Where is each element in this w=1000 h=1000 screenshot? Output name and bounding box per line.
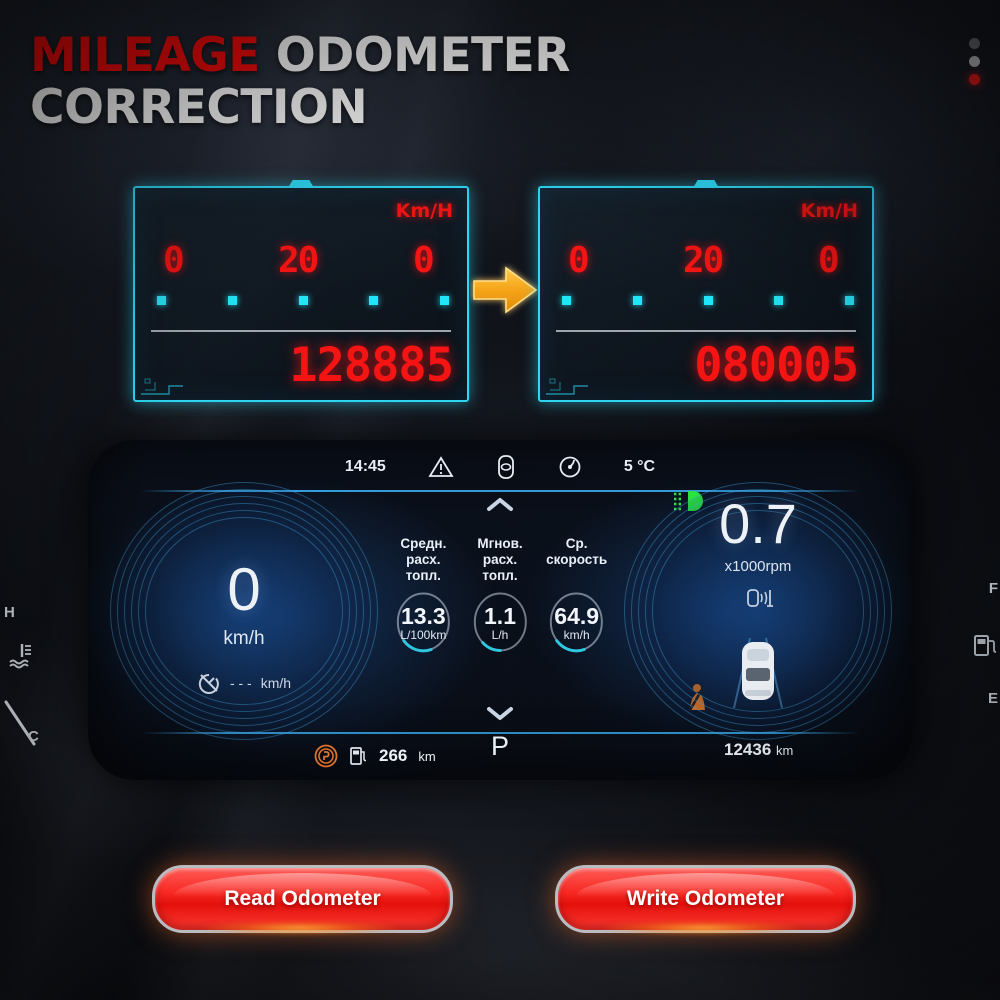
odometer-mileage-before: 128885 [289, 338, 454, 393]
segment-row: 0 20 0 [135, 240, 467, 286]
coolant-gauge-low-label: C [28, 728, 39, 745]
trip-value: 13.3 [400, 603, 446, 629]
cruise-control-status: - - - km/h [110, 672, 378, 694]
fuel-gauge-full-label: F [988, 580, 998, 597]
corner-decoration-icon [546, 378, 588, 395]
marker-square-icon [632, 296, 642, 305]
divider [556, 330, 856, 332]
door-ajar-icon [497, 455, 514, 479]
speed-value: 0 [227, 556, 261, 623]
warning-triangle-icon [428, 456, 454, 477]
trip-ring: 1.1 L/h [465, 590, 536, 654]
chevron-down-icon [487, 707, 513, 720]
segment-value: 20 [683, 240, 724, 281]
more-options-menu[interactable] [969, 38, 980, 85]
menu-dot-icon [969, 56, 980, 67]
odometer-unit-label: Km/H [395, 200, 453, 222]
cluster-top-bar: 14:45 5 °C [88, 450, 912, 484]
menu-dot-active-icon [969, 74, 980, 85]
segment-value: 20 [278, 240, 319, 281]
segment-value: 0 [413, 240, 435, 281]
write-odometer-button[interactable]: Write Odometer [555, 865, 856, 933]
segment-value: 0 [163, 240, 185, 281]
coolant-temp-icon [9, 644, 31, 669]
trip-unit: km/h [563, 628, 590, 642]
trip-value: 64.9 [554, 603, 600, 629]
title-highlight: MILEAGE [30, 28, 260, 83]
car-top-view-icon [733, 637, 783, 708]
clock-label: 14:45 [344, 458, 386, 475]
cruise-value: - - - [229, 675, 252, 691]
segment-value: 0 [818, 240, 840, 281]
temperature-label: 5 °C [623, 458, 656, 475]
trip-unit: L/h [491, 628, 509, 642]
odometer-panel-after: Km/H 0 20 0 080005 [538, 180, 874, 402]
corner-decoration-icon [141, 378, 183, 395]
marker-square-icon [369, 296, 379, 305]
segment-marker-row [562, 296, 854, 305]
divider [151, 330, 451, 332]
chevron-up-icon [487, 498, 513, 511]
trip-label: Мгнов. расх. топл. [477, 536, 523, 583]
odometer-mileage-after: 080005 [694, 338, 859, 393]
coolant-gauge-high-label: H [4, 604, 15, 621]
title-rest: ODOMETER [275, 28, 571, 83]
marker-square-icon [227, 296, 237, 305]
marker-square-icon [845, 296, 854, 305]
trip-label: Ср. скорость [546, 536, 608, 567]
range-group: 266 km [314, 744, 436, 768]
cruise-unit: km/h [260, 675, 292, 691]
instrument-cluster: 14:45 5 °C 0 km/h - - - km/h 0.7 x1000rp… [88, 440, 912, 780]
total-odometer-value: 12436 [724, 740, 772, 759]
arrow-right-icon [473, 266, 538, 314]
odometer-panel-before: Km/H 0 20 0 128885 [133, 180, 469, 402]
lane-assist-icon [747, 589, 773, 607]
segment-marker-row [157, 296, 449, 305]
trip-ring: 64.9 km/h [541, 590, 612, 654]
fuel-pump-icon [350, 747, 367, 765]
marker-square-icon [562, 296, 571, 305]
trip-label: Средн. расх. топл. [400, 536, 447, 583]
page-title: MILEAGE ODOMETER CORRECTION [30, 30, 730, 134]
segment-value: 0 [568, 240, 590, 281]
odometer-unit-label: Km/H [800, 200, 858, 222]
marker-square-icon [157, 296, 166, 305]
marker-square-icon [774, 296, 784, 305]
tachometer-gauge: 0.7 x1000rpm [624, 482, 892, 740]
menu-dot-icon [969, 38, 980, 49]
rpm-value: 0.7 [719, 492, 797, 555]
trip-computer: Средн. расх. топл. Мгнов. расх. топл. Ср… [388, 536, 612, 654]
trip-unit: L/100km [400, 628, 447, 642]
parking-brake-icon [314, 744, 338, 768]
read-odometer-label: Read Odometer [224, 887, 381, 910]
marker-square-icon [298, 296, 308, 305]
fuel-pump-icon [974, 635, 997, 656]
speedometer-gauge: 0 km/h - - - km/h [110, 482, 378, 740]
fuel-gauge-empty-label: E [987, 690, 998, 707]
range-value: 266 [379, 746, 408, 765]
cruise-control-icon [198, 673, 219, 694]
total-odometer: 12436 km [724, 740, 793, 760]
range-unit: km [418, 748, 436, 764]
write-odometer-label: Write Odometer [626, 887, 785, 910]
trip-value: 1.1 [484, 603, 516, 629]
marker-square-icon [440, 296, 449, 305]
marker-square-icon [703, 296, 713, 305]
rpm-unit: x1000rpm [724, 558, 792, 575]
total-odometer-unit: km [776, 743, 794, 758]
segment-row: 0 20 0 [540, 240, 872, 286]
read-odometer-button[interactable]: Read Odometer [152, 865, 453, 933]
title-line-2: CORRECTION [30, 80, 368, 135]
trip-ring: 13.3 L/100km [388, 590, 459, 654]
gear-indicator: P [490, 731, 510, 761]
tire-pressure-icon [559, 456, 581, 478]
speed-unit: km/h [223, 628, 265, 649]
cluster-bottom-bar: 266 km P 12436 km [88, 731, 912, 772]
